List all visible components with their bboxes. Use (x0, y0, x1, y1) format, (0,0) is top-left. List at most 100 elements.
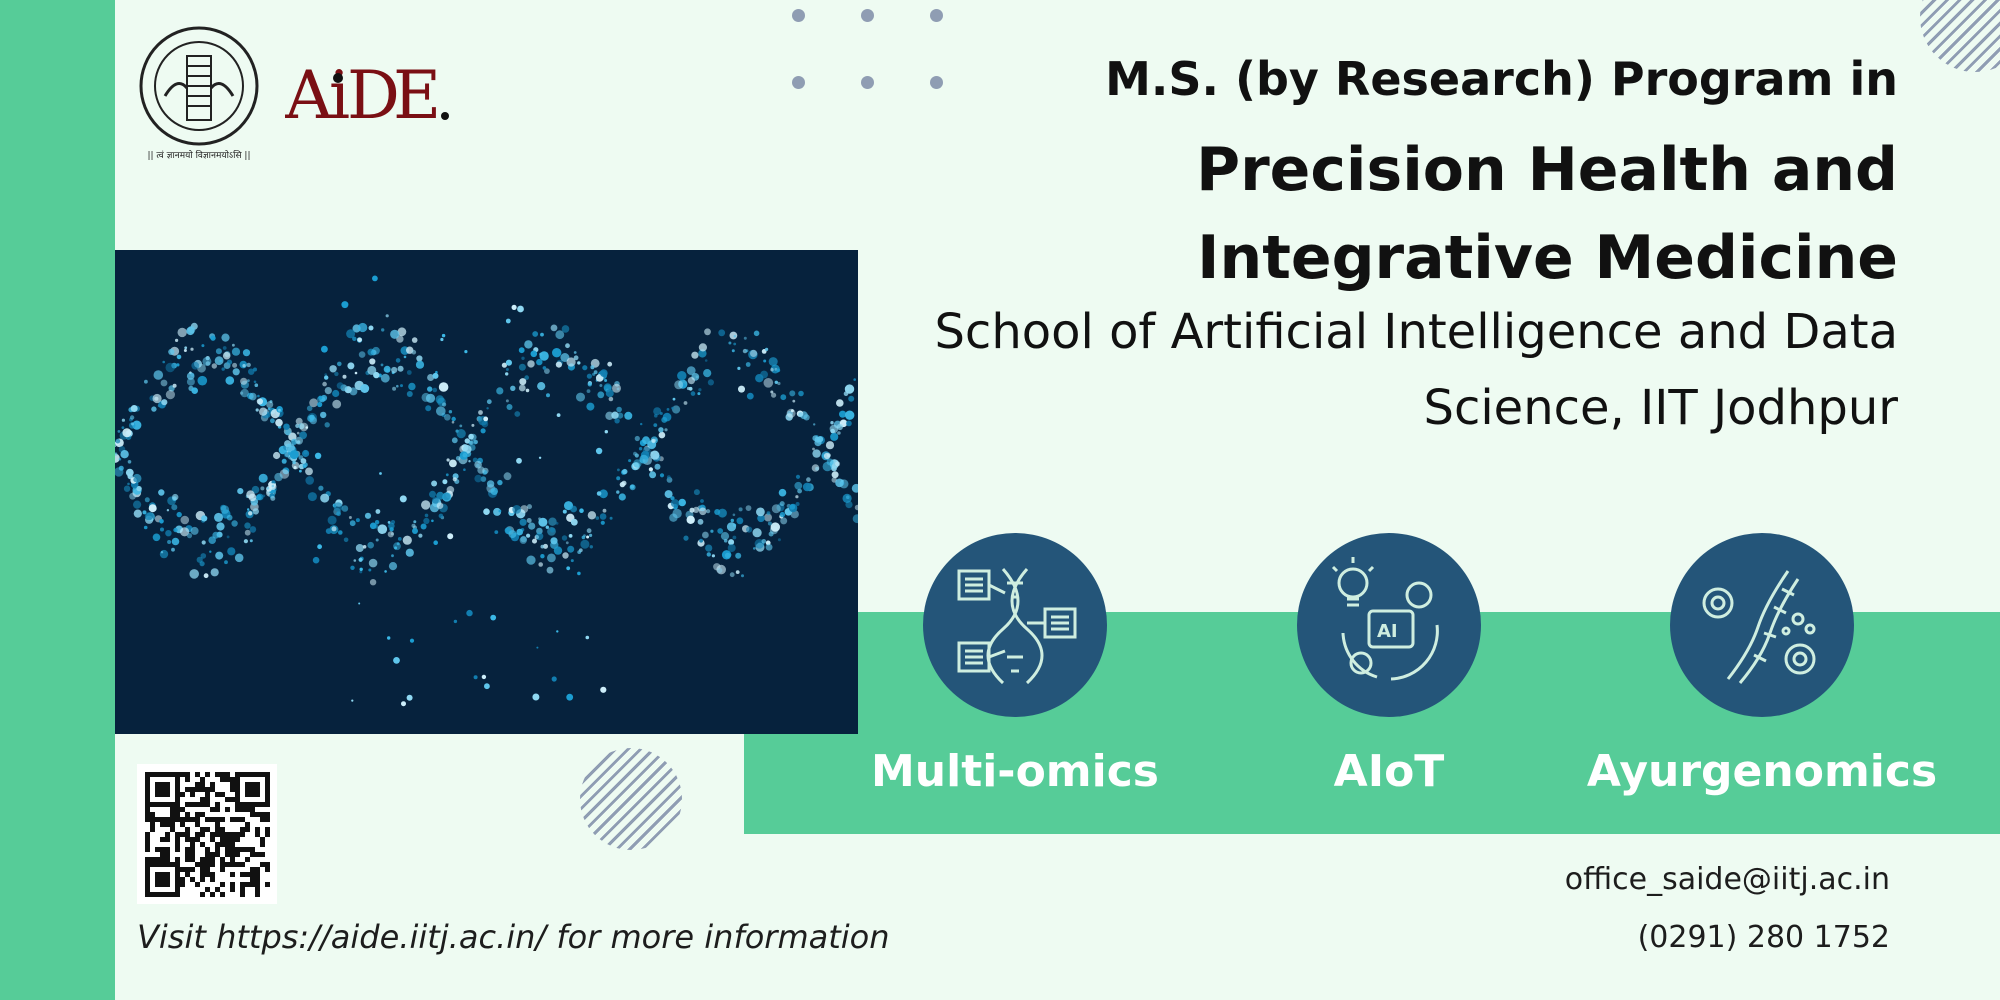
dna-particle (565, 541, 569, 545)
dna-particle (593, 370, 598, 375)
dna-particle (225, 376, 235, 385)
dna-particle (160, 551, 164, 554)
dna-particle (440, 337, 444, 342)
dna-particle (318, 485, 324, 491)
dna-particle (846, 495, 850, 499)
dna-particle (621, 480, 627, 486)
dna-particle (429, 490, 436, 498)
dna-particle (274, 472, 283, 482)
dna-particle (221, 333, 230, 342)
dna-particle (129, 415, 135, 420)
dna-particle (201, 515, 208, 522)
dna-particle (605, 411, 614, 420)
dna-particle (246, 362, 251, 368)
dna-particle (789, 390, 796, 397)
dna-particle (338, 530, 343, 535)
dna-particle (763, 378, 774, 388)
dna-particle (391, 554, 394, 558)
dna-particle (732, 535, 737, 540)
dna-particle (737, 366, 741, 370)
dna-particle (732, 513, 736, 517)
dna-particle (324, 387, 332, 395)
dna-particle (806, 477, 811, 482)
left-accent-bar (0, 0, 115, 1000)
qr-code[interactable] (137, 764, 277, 904)
ayurgenomics-icon (1670, 533, 1854, 717)
dna-particle (650, 450, 660, 460)
dna-particle (658, 431, 666, 439)
dna-particle (586, 389, 591, 393)
dna-particle (133, 477, 138, 483)
dna-particle (852, 514, 858, 524)
dna-particle (536, 358, 543, 366)
dna-particle (738, 507, 743, 512)
dna-particle (352, 336, 357, 341)
dna-particle (664, 428, 668, 432)
visit-website-text: Visit https://aide.iitj.ac.in/ for more … (137, 918, 890, 956)
dna-particle (288, 444, 292, 448)
dna-particle (136, 485, 142, 492)
dna-particle (718, 329, 726, 337)
dna-particle (506, 404, 513, 410)
dna-particle (175, 338, 179, 342)
dna-particle (359, 567, 363, 571)
dna-particle (835, 461, 841, 467)
dna-particle (453, 619, 458, 624)
dna-particle (595, 447, 603, 455)
dna-particle (299, 422, 309, 432)
dna-particle (704, 359, 708, 362)
dna-particle (210, 335, 216, 341)
dna-particle (717, 528, 724, 534)
dna-particle (698, 343, 708, 352)
contact-email[interactable]: office_saide@iitj.ac.in (1565, 862, 1890, 897)
dna-particle (421, 500, 431, 510)
dna-particle (191, 387, 198, 394)
dna-particle (670, 499, 680, 508)
dna-particle (436, 406, 446, 416)
dna-particle (342, 374, 347, 379)
dna-particle (516, 528, 523, 536)
dna-particle (444, 414, 451, 421)
dna-particle (745, 505, 752, 511)
school-name-line1: School of Artificial Intelligence and Da… (934, 304, 1898, 360)
dna-particle (252, 508, 259, 515)
dna-particle (556, 630, 559, 633)
dna-particle (570, 505, 577, 513)
dna-particle (607, 361, 613, 367)
dna-particle (798, 412, 804, 418)
dna-particle (464, 350, 468, 354)
dna-particle (790, 409, 794, 413)
dna-particle (270, 418, 275, 424)
dna-particle (226, 535, 230, 539)
dna-particle (354, 371, 358, 375)
svg-text:A: A (285, 58, 334, 128)
dna-particle (573, 355, 579, 361)
dna-particle (341, 505, 349, 512)
dna-particle (385, 314, 389, 318)
dna-particle (766, 511, 771, 515)
dna-particle (160, 527, 164, 532)
dna-particle (823, 452, 831, 460)
dna-particle (260, 486, 265, 491)
dna-particle (586, 535, 590, 539)
dna-particle (270, 495, 276, 501)
dna-particle (853, 378, 856, 381)
dna-particle (505, 318, 511, 324)
dna-particle (159, 549, 169, 559)
dna-particle (608, 396, 614, 402)
dna-particle (550, 527, 555, 533)
dna-particle (612, 383, 621, 393)
dna-particle (266, 401, 274, 409)
dna-particle (266, 486, 270, 490)
dna-particle (221, 367, 225, 371)
dna-particle (567, 545, 575, 553)
dna-particle (391, 366, 398, 374)
dna-particle (666, 475, 671, 480)
dna-particle (358, 351, 366, 358)
dna-particle (197, 375, 208, 386)
dna-particle (387, 531, 394, 538)
dna-particle (536, 646, 539, 649)
dna-particle (553, 546, 563, 555)
dna-particle (387, 521, 391, 524)
dna-particle (604, 430, 608, 434)
